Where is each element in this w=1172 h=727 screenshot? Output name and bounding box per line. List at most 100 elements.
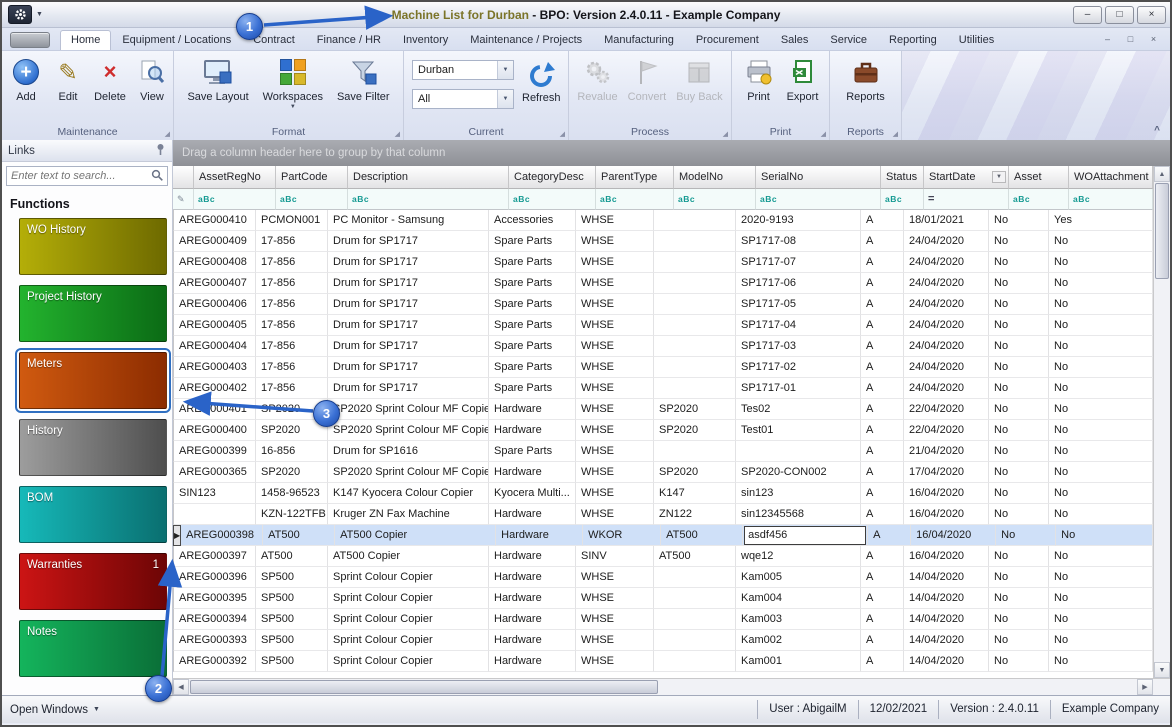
table-row[interactable]: AREG00040417-856Drum for SP1717Spare Par…: [173, 336, 1153, 357]
cell-status[interactable]: A: [861, 462, 904, 483]
cell-parenttype[interactable]: WHSE: [576, 357, 654, 378]
cell-description[interactable]: PC Monitor - Samsung: [328, 210, 489, 231]
filter-partcode[interactable]: aBc: [276, 189, 348, 210]
cell-parenttype[interactable]: WHSE: [576, 609, 654, 630]
cell-serialno[interactable]: SP1717-06: [736, 273, 861, 294]
cell-partcode[interactable]: AT500: [263, 525, 335, 546]
cell-status[interactable]: A: [861, 567, 904, 588]
cell-assetregno[interactable]: AREG000408: [174, 252, 256, 273]
col-header-serialno[interactable]: SerialNo: [756, 166, 881, 189]
cell-modelno[interactable]: [654, 378, 736, 399]
filter-abc-icon[interactable]: aBc: [513, 194, 530, 204]
row-indicator-cell[interactable]: ▶: [173, 525, 181, 546]
cell-serialno[interactable]: sin123: [736, 483, 861, 504]
cell-parenttype[interactable]: WHSE: [576, 441, 654, 462]
cell-asset[interactable]: No: [989, 357, 1049, 378]
cell-parenttype[interactable]: WHSE: [576, 294, 654, 315]
cell-serialno[interactable]: Kam003: [736, 609, 861, 630]
group-by-panel[interactable]: Drag a column header here to group by th…: [173, 140, 1170, 166]
cell-categorydesc[interactable]: Spare Parts: [489, 273, 576, 294]
refresh-button[interactable]: Refresh: [519, 54, 564, 105]
cell-startdate[interactable]: 14/04/2020: [904, 630, 989, 651]
cell-description[interactable]: K147 Kyocera Colour Copier: [328, 483, 489, 504]
cell-status[interactable]: A: [861, 609, 904, 630]
cell-assetregno[interactable]: [174, 504, 256, 525]
tab-equipment-locations[interactable]: Equipment / Locations: [111, 30, 242, 50]
table-row[interactable]: AREG000410PCMON001PC Monitor - SamsungAc…: [173, 210, 1153, 231]
cell-partcode[interactable]: 17-856: [256, 273, 328, 294]
cell-description[interactable]: Sprint Colour Copier: [328, 567, 489, 588]
cell-serialno[interactable]: Kam005: [736, 567, 861, 588]
cell-categorydesc[interactable]: Kyocera Multi...: [489, 483, 576, 504]
col-header-description[interactable]: Description: [348, 166, 509, 189]
cell-woattachment[interactable]: No: [1049, 294, 1153, 315]
cell-modelno[interactable]: [654, 567, 736, 588]
cell-woattachment[interactable]: No: [1049, 252, 1153, 273]
dialog-launcher-icon[interactable]: ◢: [165, 130, 170, 138]
cell-asset[interactable]: No: [989, 336, 1049, 357]
cell-description[interactable]: Drum for SP1717: [328, 231, 489, 252]
cell-woattachment[interactable]: No: [1049, 588, 1153, 609]
cell-categorydesc[interactable]: Spare Parts: [489, 336, 576, 357]
cell-parenttype[interactable]: WHSE: [576, 273, 654, 294]
cell-woattachment[interactable]: No: [1049, 273, 1153, 294]
cell-assetregno[interactable]: AREG000403: [174, 357, 256, 378]
table-row[interactable]: AREG00039916-856Drum for SP1616Spare Par…: [173, 441, 1153, 462]
export-button[interactable]: Export: [782, 54, 824, 104]
cell-assetregno[interactable]: AREG000400: [174, 420, 256, 441]
cell-categorydesc[interactable]: Hardware: [489, 609, 576, 630]
cell-startdate[interactable]: 24/04/2020: [904, 252, 989, 273]
cell-categorydesc[interactable]: Spare Parts: [489, 441, 576, 462]
cell-categorydesc[interactable]: Hardware: [489, 462, 576, 483]
cell-assetregno[interactable]: AREG000404: [174, 336, 256, 357]
table-row[interactable]: AREG000396SP500Sprint Colour CopierHardw…: [173, 567, 1153, 588]
cell-asset[interactable]: No: [989, 231, 1049, 252]
cell-modelno[interactable]: [654, 252, 736, 273]
cell-categorydesc[interactable]: Hardware: [489, 588, 576, 609]
col-header-status[interactable]: Status: [881, 166, 924, 189]
filter-woattachment[interactable]: aBc: [1069, 189, 1153, 210]
save-filter-button[interactable]: Save Filter: [334, 54, 393, 104]
cell-modelno[interactable]: [654, 315, 736, 336]
cell-woattachment[interactable]: No: [1049, 378, 1153, 399]
cell-categorydesc[interactable]: Hardware: [489, 567, 576, 588]
cell-parenttype[interactable]: WHSE: [576, 420, 654, 441]
cell-serialno[interactable]: Test01: [736, 420, 861, 441]
col-header-assetregno[interactable]: AssetRegNo: [194, 166, 276, 189]
function-tile-bom[interactable]: BOM: [19, 486, 167, 543]
col-header-modelno[interactable]: ModelNo: [674, 166, 756, 189]
cell-asset[interactable]: No: [989, 420, 1049, 441]
cell-description[interactable]: Drum for SP1616: [328, 441, 489, 462]
filter-abc-icon[interactable]: aBc: [600, 194, 617, 204]
cell-serialno[interactable]: Tes02: [736, 399, 861, 420]
cell-categorydesc[interactable]: Spare Parts: [489, 378, 576, 399]
cell-modelno[interactable]: [654, 273, 736, 294]
tab-reporting[interactable]: Reporting: [878, 30, 948, 50]
cell-assetregno[interactable]: AREG000394: [174, 609, 256, 630]
cell-woattachment[interactable]: Yes: [1049, 210, 1153, 231]
cell-asset[interactable]: No: [989, 252, 1049, 273]
cell-parenttype[interactable]: WHSE: [576, 252, 654, 273]
cell-categorydesc[interactable]: Spare Parts: [489, 357, 576, 378]
cell-status[interactable]: A: [861, 252, 904, 273]
table-row[interactable]: AREG000365SP2020SP2020 Sprint Colour MF …: [173, 462, 1153, 483]
cell-categorydesc[interactable]: Spare Parts: [489, 231, 576, 252]
cell-serialno[interactable]: wqe12: [736, 546, 861, 567]
cell-modelno[interactable]: [654, 441, 736, 462]
print-button[interactable]: Print: [738, 54, 780, 104]
cell-serialno[interactable]: [736, 441, 861, 462]
function-tile-warranties[interactable]: Warranties1: [19, 553, 167, 610]
cell-serialno[interactable]: Kam002: [736, 630, 861, 651]
cell-categorydesc[interactable]: Hardware: [489, 399, 576, 420]
function-tile-wo-history[interactable]: WO History: [19, 218, 167, 275]
cell-woattachment[interactable]: No: [1049, 315, 1153, 336]
cell-partcode[interactable]: 17-856: [256, 357, 328, 378]
cell-assetregno[interactable]: AREG000398: [181, 525, 263, 546]
cell-assetregno[interactable]: AREG000409: [174, 231, 256, 252]
maximize-button[interactable]: □: [1105, 6, 1134, 24]
cell-asset[interactable]: No: [989, 294, 1049, 315]
tab-service[interactable]: Service: [819, 30, 878, 50]
cell-assetregno[interactable]: SIN123: [174, 483, 256, 504]
table-row[interactable]: AREG00040317-856Drum for SP1717Spare Par…: [173, 357, 1153, 378]
cell-parenttype[interactable]: WHSE: [576, 336, 654, 357]
